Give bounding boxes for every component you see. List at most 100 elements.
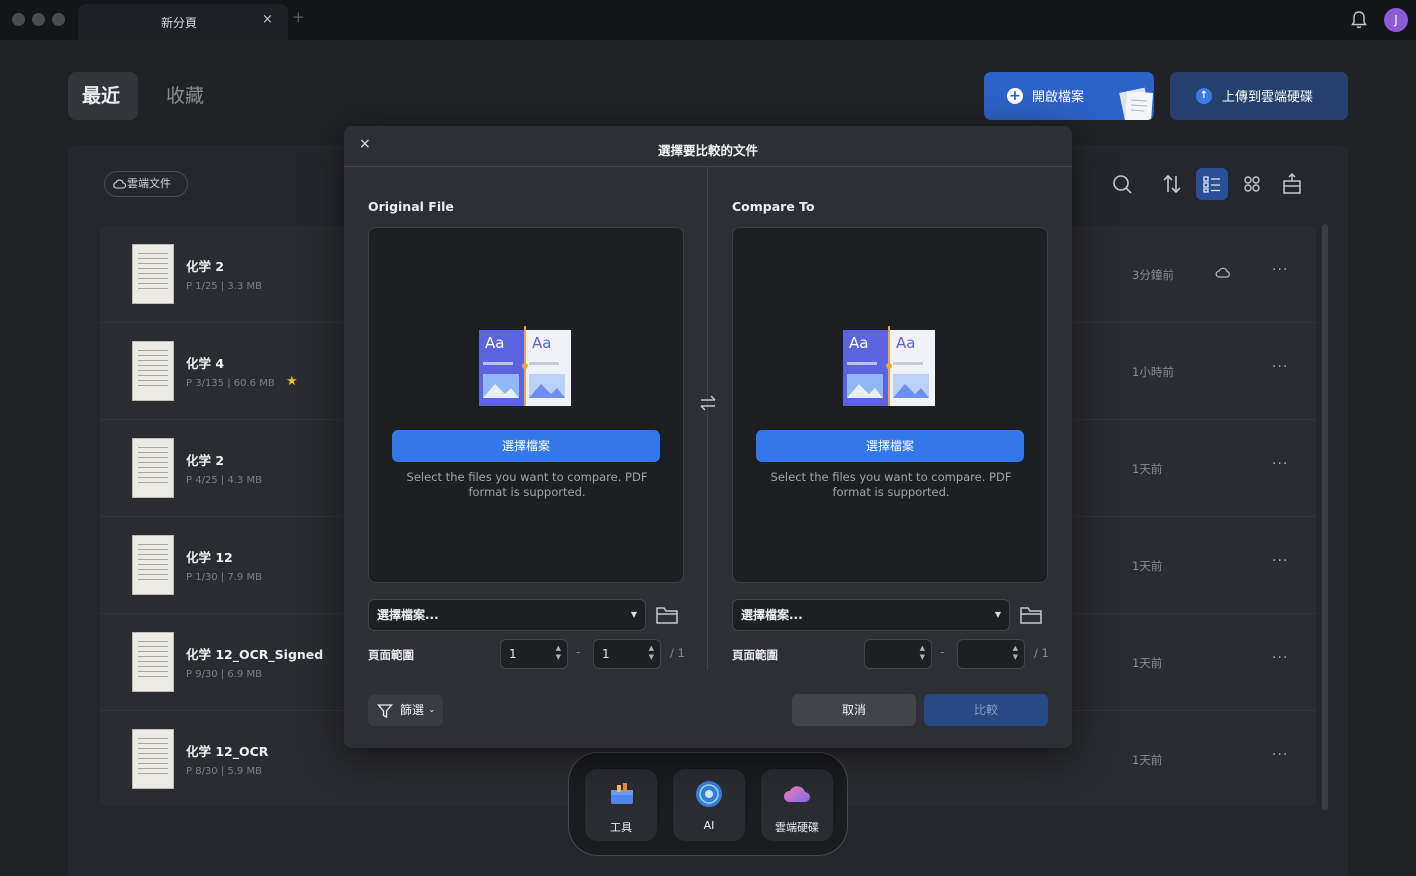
- stepper-icon[interactable]: ▲ ▼: [1013, 644, 1018, 662]
- compare-file-select[interactable]: 選擇檔案... ▼: [732, 599, 1010, 631]
- dock-cloud-label: 雲端硬碟: [775, 821, 819, 834]
- range-to-input[interactable]: 1 ▲ ▼: [593, 639, 661, 669]
- illus-label: Aa: [849, 334, 868, 352]
- paper-stack-icon: [1119, 87, 1154, 120]
- file-name: 化学 12_OCR: [186, 744, 269, 759]
- tab-close-icon[interactable]: ×: [262, 12, 273, 27]
- stepper-icon[interactable]: ▲ ▼: [649, 644, 654, 662]
- dropzone-hint: Select the files you want to compare. PD…: [770, 470, 1012, 499]
- dock-ai-button[interactable]: AI: [673, 769, 745, 841]
- stepper-icon[interactable]: ▲ ▼: [556, 644, 561, 662]
- notification-bell-icon[interactable]: [1348, 9, 1370, 31]
- search-icon[interactable]: [1106, 168, 1138, 200]
- file-name: 化学 12: [186, 550, 233, 565]
- dock-tools-label: 工具: [610, 821, 632, 834]
- range-to-input[interactable]: ▲ ▼: [957, 639, 1025, 669]
- scrollbar[interactable]: [1322, 224, 1328, 810]
- range-from-value: 1: [509, 647, 517, 661]
- compare-files-dialog: × 選擇要比較的文件 Original File Aa Aa 選擇檔案 Sele…: [344, 126, 1072, 748]
- more-options-icon[interactable]: ···: [1272, 456, 1288, 472]
- close-window-button[interactable]: [12, 13, 25, 26]
- title-bar: 新分頁 × + J: [0, 0, 1416, 40]
- original-file-dropzone[interactable]: Aa Aa 選擇檔案 Select the files you want to …: [368, 227, 684, 583]
- document-compare-illustration: Aa Aa: [479, 326, 571, 406]
- file-meta: P 3/135 | 60.6 MB: [186, 378, 275, 389]
- file-meta: P 9/30 | 6.9 MB: [186, 669, 262, 680]
- new-tab-icon[interactable]: +: [292, 8, 305, 26]
- cloud-synced-icon: [1215, 267, 1230, 278]
- more-options-icon[interactable]: ···: [1272, 553, 1288, 569]
- chevron-down-icon: ⌄: [428, 705, 436, 715]
- star-icon[interactable]: ★: [286, 374, 298, 389]
- choose-compare-file-button[interactable]: 選擇檔案: [756, 430, 1024, 462]
- filter-button[interactable]: 篩選 ⌄: [368, 695, 443, 726]
- browse-folder-icon[interactable]: [654, 603, 680, 627]
- compare-to-heading: Compare To: [732, 199, 815, 214]
- file-time: 1天前: [1132, 753, 1163, 767]
- upload-label: 上傳到雲端硬碟: [1222, 90, 1314, 105]
- page-range-label: 頁面範圍: [732, 648, 778, 662]
- more-options-icon[interactable]: ···: [1272, 359, 1288, 375]
- more-options-icon[interactable]: ···: [1272, 747, 1288, 763]
- range-from-input[interactable]: ▲ ▼: [864, 639, 932, 669]
- stepper-icon[interactable]: ▲ ▼: [920, 644, 925, 662]
- minimize-window-button[interactable]: [32, 13, 45, 26]
- illus-label: Aa: [896, 334, 915, 352]
- grid-view-icon[interactable]: [1236, 168, 1268, 200]
- compare-to-dropzone[interactable]: Aa Aa 選擇檔案 Select the files you want to …: [732, 227, 1048, 583]
- filter-label: 篩選: [400, 703, 425, 717]
- ai-orb-icon: [696, 781, 722, 807]
- file-meta: P 8/30 | 5.9 MB: [186, 766, 262, 777]
- dock-cloud-button[interactable]: 雲端硬碟: [761, 769, 833, 841]
- dialog-title: 選擇要比較的文件: [657, 143, 758, 158]
- file-time: 3分鐘前: [1132, 268, 1174, 282]
- original-file-heading: Original File: [368, 199, 454, 214]
- range-to-value: 1: [602, 647, 610, 661]
- user-avatar[interactable]: J: [1384, 8, 1408, 32]
- toolbox-icon: [611, 783, 633, 804]
- upload-to-cloud-button[interactable]: ↑ 上傳到雲端硬碟: [1170, 72, 1348, 120]
- open-file-button[interactable]: + 開啟檔案: [984, 72, 1154, 120]
- browse-folder-icon[interactable]: [1018, 603, 1044, 627]
- choose-original-file-button[interactable]: 選擇檔案: [392, 430, 660, 462]
- document-compare-illustration: Aa Aa: [843, 326, 935, 406]
- tab-favorites[interactable]: 收藏: [152, 72, 218, 120]
- page-range-label: 頁面範圍: [368, 648, 414, 662]
- file-meta: P 4/25 | 4.3 MB: [186, 475, 262, 486]
- cancel-button[interactable]: 取消: [792, 694, 916, 726]
- dropdown-caret-icon: ▼: [630, 610, 637, 619]
- file-time: 1小時前: [1132, 365, 1174, 379]
- range-dash: -: [576, 645, 581, 659]
- file-thumbnail: [132, 341, 174, 401]
- plus-icon: +: [1007, 88, 1023, 104]
- more-options-icon[interactable]: ···: [1272, 650, 1288, 666]
- file-name: 化学 2: [186, 259, 225, 274]
- sort-icon[interactable]: [1156, 168, 1188, 200]
- cloud-docs-filter[interactable]: 雲端文件: [104, 171, 188, 197]
- dock-ai-label: AI: [703, 819, 715, 832]
- page-total: / 1: [670, 646, 685, 660]
- zoom-window-button[interactable]: [52, 13, 65, 26]
- file-name: 化学 12_OCR_Signed: [186, 647, 324, 662]
- illus-label: Aa: [532, 334, 551, 352]
- tab-recent[interactable]: 最近: [68, 72, 138, 120]
- illus-label: Aa: [485, 334, 504, 352]
- select-value: 選擇檔案...: [741, 608, 803, 622]
- storage-box-icon[interactable]: [1276, 168, 1308, 200]
- range-from-input[interactable]: 1 ▲ ▼: [500, 639, 568, 669]
- upload-arrow-icon: ↑: [1196, 88, 1212, 104]
- dropdown-caret-icon: ▼: [994, 610, 1001, 619]
- filter-funnel-icon: [377, 704, 393, 719]
- compare-button[interactable]: 比較: [924, 694, 1048, 726]
- browser-tab[interactable]: 新分頁 ×: [78, 4, 288, 40]
- open-file-label: 開啟檔案: [1032, 90, 1085, 105]
- original-file-select[interactable]: 選擇檔案... ▼: [368, 599, 646, 631]
- file-thumbnail: [132, 244, 174, 304]
- more-options-icon[interactable]: ···: [1272, 262, 1288, 278]
- file-time: 1天前: [1132, 656, 1163, 670]
- list-toolbar: [1106, 168, 1316, 200]
- file-name: 化学 2: [186, 453, 225, 468]
- list-view-icon[interactable]: [1196, 168, 1228, 200]
- dock-tools-button[interactable]: 工具: [585, 769, 657, 841]
- file-name: 化学 4: [186, 356, 225, 371]
